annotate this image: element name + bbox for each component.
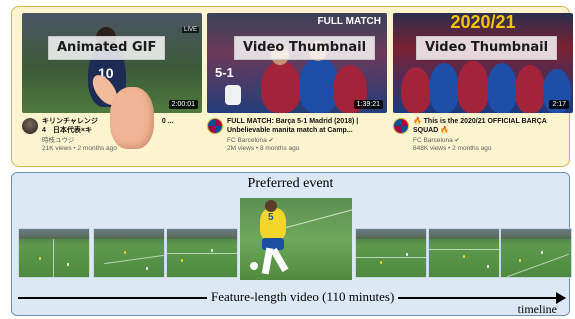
fc-barcelona-crest-icon[interactable] [393,118,409,134]
channel-label: FC Barcelona [227,137,267,144]
video-title-line1: FULL MATCH: Barça 5-1 Madrid (2018) | [227,118,359,125]
player-leg [270,247,289,273]
video-title-line2: SQUAD 🔥 [413,127,449,134]
real-madrid-crest-icon [225,85,241,105]
pitch-line [506,253,570,277]
preferred-event-label: Preferred event [247,176,334,191]
pitch-line [167,253,237,254]
pitch-line [281,207,352,230]
preferred-event-frame[interactable]: 5 [240,198,352,280]
duration-badge: 2:17 [549,100,569,109]
video-title-line1: 🔥 This is the 2020/21 OFFICIAL BARÇA [413,118,547,125]
video-thumbnail[interactable]: FULL MATCH 5-1 Video Thumbnail 1:39:21 [207,13,387,113]
verified-check-icon: ✔ [268,138,274,144]
ball-icon [250,262,258,270]
player-dot [124,251,126,254]
fc-barcelona-crest-icon[interactable] [207,118,223,134]
video-title[interactable]: 🔥 This is the 2020/21 OFFICIAL BARÇA SQU… [413,117,573,135]
video-card-official-squad[interactable]: 2020/21 Video Thumbnail 2:17 🔥 This is t… [393,13,573,163]
verified-check-icon: ✔ [454,138,460,144]
timeline-label: timeline [517,302,557,316]
video-card-full-match[interactable]: FULL MATCH 5-1 Video Thumbnail 1:39:21 F… [207,13,387,163]
duration-badge: 1:39:21 [353,100,383,109]
video-title-line2: 4 日本代表×キ [42,127,92,134]
player-figure [429,63,459,113]
player-dot [487,265,489,268]
player-dot [380,261,382,264]
player-figure [457,61,489,113]
player-dot [541,251,543,254]
player-figure [261,61,301,113]
video-frame[interactable] [428,228,500,278]
thumbnail-overlay-label: Animated GIF [48,36,166,60]
channel-avatar[interactable] [22,118,38,134]
thumbnail-overlay-label: Video Thumbnail [234,36,376,60]
video-frame[interactable] [355,228,427,278]
video-title-line1-tail: 0 ... [161,118,174,125]
player-dot [463,255,465,258]
player-figure [487,63,517,113]
pitch-line [104,254,164,265]
pitch-line [53,239,54,277]
player-dot [519,259,521,262]
video-frame[interactable] [18,228,90,278]
player-dot [211,249,213,252]
video-meta: 🔥 This is the 2020/21 OFFICIAL BARÇA SQU… [393,117,573,163]
pointing-hand-icon [110,87,154,149]
player-dot [406,253,408,256]
shirt-number: 5 [268,212,274,223]
player-figure [401,67,431,113]
view-stats: 2M views • 8 months ago [227,145,300,152]
pitch-line [429,249,499,250]
channel-name[interactable]: FC Barcelona ✔ [227,137,387,145]
timeline-panel: Preferred event 5 Feature-length video (… [11,172,572,316]
broadcast-badge-icon: LIVE [182,27,200,33]
view-stats: 848K views • 2 months ago [413,145,492,152]
player-dot [67,263,69,266]
video-meta: FULL MATCH: Barça 5-1 Madrid (2018) | Un… [207,117,387,163]
video-thumbnail[interactable]: 2020/21 Video Thumbnail 2:17 [393,13,573,113]
video-card-animated-gif[interactable]: 10 LIVE Animated GIF 2:00:01 キリンチャレンジ 0 … [22,13,202,163]
pitch-line [356,257,426,258]
channel-label: FC Barcelona [413,137,453,144]
video-title[interactable]: FULL MATCH: Barça 5-1 Madrid (2018) | Un… [227,117,387,135]
duration-badge: 2:00:01 [168,100,198,109]
player-dot [39,257,41,260]
player-head [265,200,277,212]
video-frame[interactable] [500,228,572,278]
video-title-line2: Unbelievable manita match at Camp... [227,127,353,134]
thumbnail-text: FULL MATCH [317,17,381,27]
video-frame[interactable] [166,228,238,278]
thumbnail-overlay-label: Video Thumbnail [416,36,558,60]
player-dot [146,267,148,270]
channel-name[interactable]: FC Barcelona ✔ [413,137,573,145]
feature-length-label: Feature-length video (110 minutes) [207,289,399,305]
thumbnail-caption: FULL MATCH [317,16,381,27]
video-frame[interactable] [93,228,165,278]
thumbnail-score: 5-1 [215,65,234,80]
player-dot [181,259,183,262]
player-figure [515,65,545,113]
video-thumbnails-panel: 10 LIVE Animated GIF 2:00:01 キリンチャレンジ 0 … [11,6,573,167]
video-title-line1: キリンチャレンジ [42,118,98,125]
thumbnail-season-text: 2020/21 [450,13,516,32]
